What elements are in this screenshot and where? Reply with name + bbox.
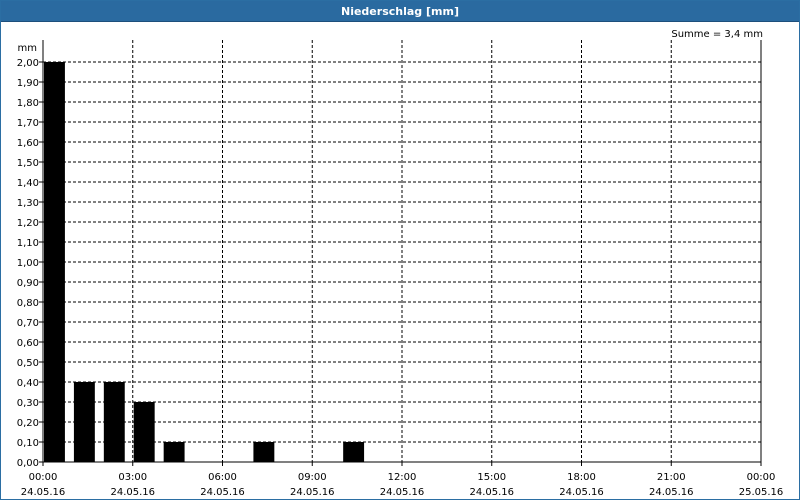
precipitation-bar [253,442,275,462]
y-tick-label: 0,80 [17,298,39,309]
y-tick-label: 0,20 [17,418,39,429]
x-tick-date-label: 25.05.16 [739,487,784,498]
y-tick-label: 1,00 [17,258,39,269]
y-tick-label: 0,10 [17,438,39,449]
y-tick-label: 1,60 [17,138,39,149]
precipitation-bar [103,382,125,462]
chart-title: Niederschlag [mm] [1,1,799,22]
precipitation-bar [133,402,155,462]
x-tick-date-label: 24.05.16 [21,487,66,498]
y-tick-label: 1,80 [17,98,39,109]
x-tick-date-label: 24.05.16 [559,487,604,498]
y-tick-label: 0,40 [17,378,39,389]
x-tick-date-label: 24.05.16 [200,487,245,498]
y-tick-label: 1,30 [17,198,39,209]
x-tick-time-label: 09:00 [298,472,327,483]
precipitation-bar [73,382,95,462]
x-tick-date-label: 24.05.16 [380,487,425,498]
x-tick-date-label: 24.05.16 [649,487,694,498]
y-tick-label: 0,00 [17,458,39,469]
y-tick-label: 1,40 [17,178,39,189]
y-tick-label: 1,20 [17,218,39,229]
chart-window: Niederschlag [mm] 0,00 0,10 0,20 0,30 0,40 0,… [0,0,800,500]
x-tick-time-label: 03:00 [118,472,147,483]
y-tick-label: 0,30 [17,398,39,409]
x-tick-time-label: 15:00 [477,472,506,483]
x-tick-time-label: 06:00 [208,472,237,483]
x-tick-date-label: 24.05.16 [110,487,155,498]
precipitation-bar [163,442,185,462]
y-tick-label: 2,00 [17,58,39,69]
x-tick-time-label: 00:00 [29,472,58,483]
x-tick-date-label: 24.05.16 [469,487,514,498]
precipitation-bar [343,442,365,462]
x-tick-time-label: 21:00 [657,472,686,483]
y-tick-label: 1,90 [17,78,39,89]
y-tick-label: 1,50 [17,158,39,169]
y-tick-label: 1,10 [17,238,39,249]
x-tick-time-label: 00:00 [747,472,776,483]
x-tick-time-label: 18:00 [567,472,596,483]
y-tick-label: 0,60 [17,338,39,349]
sum-label: Summe = 3,4 mm [671,29,763,40]
y-tick-label: 0,50 [17,358,39,369]
precipitation-bar [44,62,65,462]
y-tick-label: 0,90 [17,278,39,289]
y-tick-label: 1,70 [17,118,39,129]
precipitation-chart: 0,00 0,10 0,20 0,30 0,40 0,50 0,60 0,70 0,80 0,90… [17,29,784,498]
x-tick-time-label: 12:00 [388,472,417,483]
x-tick-date-label: 24.05.16 [290,487,335,498]
y-tick-label: 0,70 [17,318,39,329]
y-axis-label: mm [18,43,37,54]
